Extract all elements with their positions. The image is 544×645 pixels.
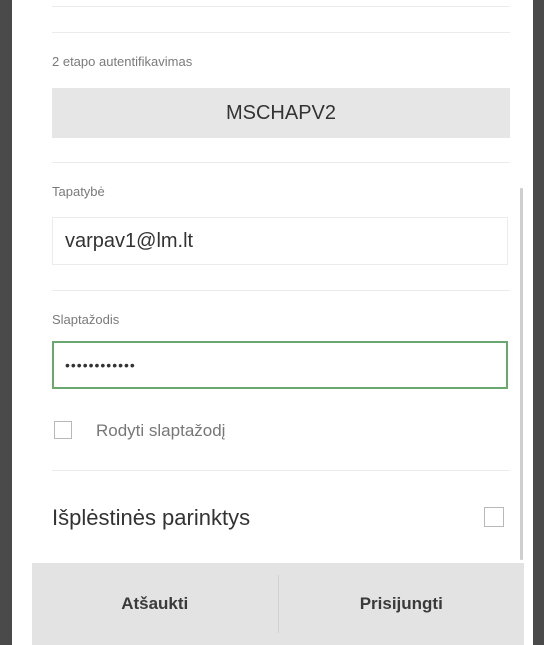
- advanced-options-label[interactable]: Išplėstinės parinktys: [52, 505, 250, 531]
- phase2-auth-label: 2 etapo autentifikavimas: [52, 54, 193, 69]
- divider: [52, 6, 510, 7]
- divider: [52, 32, 510, 33]
- cancel-button[interactable]: Atšaukti: [32, 563, 278, 645]
- scrollbar[interactable]: [520, 188, 523, 560]
- divider: [52, 470, 510, 471]
- dialog-button-bar: Atšaukti Prisijungti: [32, 563, 524, 645]
- divider: [52, 162, 510, 163]
- show-password-label[interactable]: Rodyti slaptažodį: [96, 421, 225, 441]
- background-right-edge: [533, 0, 544, 645]
- identity-value: varpav1@lm.lt: [65, 229, 194, 252]
- advanced-options-checkbox[interactable]: [484, 507, 504, 527]
- screen: 2 etapo autentifikavimas MSCHAPV2 Tapaty…: [0, 0, 544, 645]
- password-input[interactable]: ••••••••••••: [52, 341, 508, 389]
- phase2-auth-select[interactable]: MSCHAPV2: [52, 88, 510, 138]
- password-masked-value: ••••••••••••: [65, 357, 136, 373]
- identity-label: Tapatybė: [52, 184, 105, 199]
- password-label: Slaptažodis: [52, 312, 120, 327]
- wifi-connect-dialog: 2 etapo autentifikavimas MSCHAPV2 Tapaty…: [32, 0, 524, 645]
- divider: [52, 290, 510, 291]
- identity-input[interactable]: varpav1@lm.lt: [52, 217, 508, 265]
- connect-button[interactable]: Prisijungti: [279, 563, 525, 645]
- background-left-edge: [0, 0, 12, 645]
- show-password-checkbox[interactable]: [54, 421, 72, 439]
